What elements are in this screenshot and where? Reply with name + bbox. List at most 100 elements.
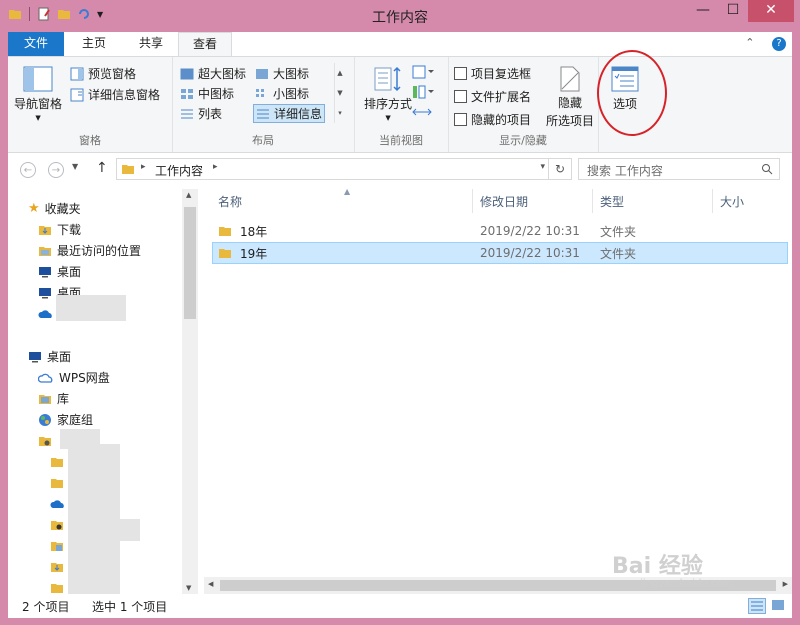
search-icon[interactable]: [761, 163, 773, 175]
minimize-button[interactable]: —: [688, 0, 718, 22]
highlight-circle: [597, 50, 667, 136]
layout-small[interactable]: 小图标: [255, 85, 309, 102]
ribbon-view: 导航窗格 ▼ 预览窗格 详细信息窗格 窗格 超大图标 大图标 中图标 小图标 列…: [8, 56, 792, 153]
tab-share[interactable]: 共享: [124, 32, 178, 56]
help-area: ⌃ ?: [745, 36, 786, 51]
nav-item-downloads[interactable]: 下载: [38, 219, 81, 240]
item-checkboxes-checkbox[interactable]: [454, 67, 467, 80]
window-buttons: — ☐ ✕: [688, 0, 794, 22]
downloads-icon: [51, 562, 63, 572]
nav-item-onedrive[interactable]: [50, 493, 66, 514]
layout-medium[interactable]: 中图标: [180, 85, 234, 102]
add-columns-icon[interactable]: [412, 85, 434, 99]
nav-item-library[interactable]: 库: [38, 388, 69, 409]
group-panes-label: 窗格: [79, 134, 101, 147]
layout-details[interactable]: 详细信息: [253, 104, 326, 123]
maximize-button[interactable]: ☐: [718, 0, 748, 22]
details-view-icon[interactable]: [748, 598, 766, 614]
file-extensions-toggle[interactable]: 文件扩展名: [454, 88, 531, 105]
sort-by-icon: [374, 66, 401, 92]
details-pane-button[interactable]: 详细信息窗格: [70, 86, 160, 103]
list-icon: [181, 109, 193, 118]
refresh-icon[interactable]: ↻: [548, 159, 571, 179]
preview-pane-icon: [70, 67, 84, 80]
group-current-view-label: 当前视图: [379, 134, 423, 147]
collapse-ribbon-icon[interactable]: ⌃: [745, 36, 754, 49]
chevron-right-icon[interactable]: ▸: [213, 162, 218, 172]
tab-file[interactable]: 文件: [8, 32, 64, 56]
up-arrow-icon[interactable]: ↑: [96, 160, 108, 176]
column-divider[interactable]: [712, 189, 713, 213]
nav-item-folder[interactable]: [50, 472, 64, 493]
column-header-size[interactable]: 大小: [720, 193, 744, 210]
nav-label: 桌面: [47, 350, 72, 364]
sort-by-button[interactable]: 排序方式 ▼: [364, 65, 412, 122]
address-path[interactable]: 工作内容: [155, 162, 203, 179]
layout-list[interactable]: 列表: [180, 105, 222, 122]
nav-item-homegroup[interactable]: 家庭组: [38, 409, 93, 430]
recent-locations-icon[interactable]: ▼: [72, 162, 78, 171]
file-extensions-checkbox[interactable]: [454, 90, 467, 103]
column-header-date[interactable]: 修改日期: [480, 193, 528, 210]
nav-item-folder[interactable]: [50, 535, 64, 556]
layout-extra-large[interactable]: 超大图标: [180, 65, 246, 82]
tab-home[interactable]: 主页: [64, 32, 124, 56]
nav-pane-button[interactable]: 导航窗格 ▼: [14, 65, 62, 122]
nav-item-recent[interactable]: 最近访问的位置: [38, 240, 141, 261]
nav-item-onedrive[interactable]: [38, 303, 54, 324]
status-bar: 2 个项目 选中 1 个项目: [8, 594, 792, 618]
group-current-view: 排序方式 ▼ 当前视图: [354, 57, 449, 152]
scroll-up-icon[interactable]: ▲: [186, 191, 191, 199]
nav-item-folder[interactable]: [50, 514, 64, 535]
layout-gallery-scroll[interactable]: ▲ ▼ ▾: [334, 63, 345, 123]
address-bar[interactable]: ▸ 工作内容 ▸ ▾ ↻: [116, 158, 572, 180]
explorer-window: ▼ 工作内容 — ☐ ✕ 文件 主页 共享 查看 ⌃ ? 导航窗格 ▼ 预览窗格…: [0, 0, 800, 625]
column-header-type[interactable]: 类型: [600, 193, 624, 210]
watermark-logo: Bai 经验: [612, 554, 703, 579]
medium-icons-icon: [181, 88, 193, 99]
tab-view[interactable]: 查看: [178, 32, 232, 56]
file-date: 2019/2/22 10:31: [480, 224, 580, 238]
table-row-selected[interactable]: 19年 2019/2/22 10:31 文件夹: [212, 242, 788, 264]
table-row[interactable]: 18年 2019/2/22 10:31 文件夹: [212, 220, 788, 242]
group-by-icon[interactable]: [412, 65, 434, 79]
nav-item-folder[interactable]: [50, 556, 64, 577]
nav-item-favorites[interactable]: ★ 收藏夹: [28, 198, 81, 219]
close-button[interactable]: ✕: [748, 0, 794, 22]
extra-large-icons-icon: [180, 68, 194, 79]
column-divider[interactable]: [472, 189, 473, 213]
medium-label: 中图标: [198, 87, 235, 101]
nav-item-desktop-root[interactable]: 桌面: [28, 346, 71, 367]
help-icon[interactable]: ?: [772, 37, 786, 51]
hidden-items-toggle[interactable]: 隐藏的项目: [454, 111, 531, 128]
layout-large[interactable]: 大图标: [255, 65, 309, 82]
nav-item-user[interactable]: [38, 430, 52, 451]
forward-button[interactable]: →: [48, 162, 64, 178]
scrollbar-thumb[interactable]: [184, 207, 196, 319]
scroll-down-icon[interactable]: ▼: [186, 584, 191, 592]
nav-item-desktop[interactable]: 桌面: [38, 261, 81, 282]
onedrive-icon: [38, 309, 52, 318]
nav-item-folder[interactable]: [50, 451, 64, 472]
address-dropdown-icon[interactable]: ▾: [540, 162, 545, 172]
scroll-right-icon[interactable]: ▶: [783, 580, 788, 588]
chevron-right-icon[interactable]: ▸: [141, 162, 146, 172]
folder-icon: [219, 227, 231, 236]
hidden-items-checkbox[interactable]: [454, 113, 467, 126]
large-icons-view-icon[interactable]: [770, 598, 786, 612]
hide-selected-icon: [560, 66, 580, 92]
nav-label: 下载: [57, 223, 82, 237]
back-button[interactable]: ←: [20, 162, 36, 178]
nav-scrollbar[interactable]: ▲ ▼: [182, 189, 198, 594]
column-header-name[interactable]: 名称: [218, 193, 242, 210]
hide-selected-button[interactable]: 隐藏 所选项目: [546, 65, 594, 129]
preview-pane-button[interactable]: 预览窗格: [70, 65, 136, 82]
column-divider[interactable]: [592, 189, 593, 213]
search-box[interactable]: 搜索 工作内容: [578, 158, 780, 180]
details-pane-icon: [70, 88, 84, 101]
size-columns-icon[interactable]: [412, 105, 434, 119]
item-checkboxes-toggle[interactable]: 项目复选框: [454, 65, 531, 82]
nav-item-wps[interactable]: WPS网盘: [38, 367, 110, 388]
nav-pane-dropdown-icon: ▼: [35, 114, 41, 122]
scroll-left-icon[interactable]: ◀: [208, 580, 213, 588]
